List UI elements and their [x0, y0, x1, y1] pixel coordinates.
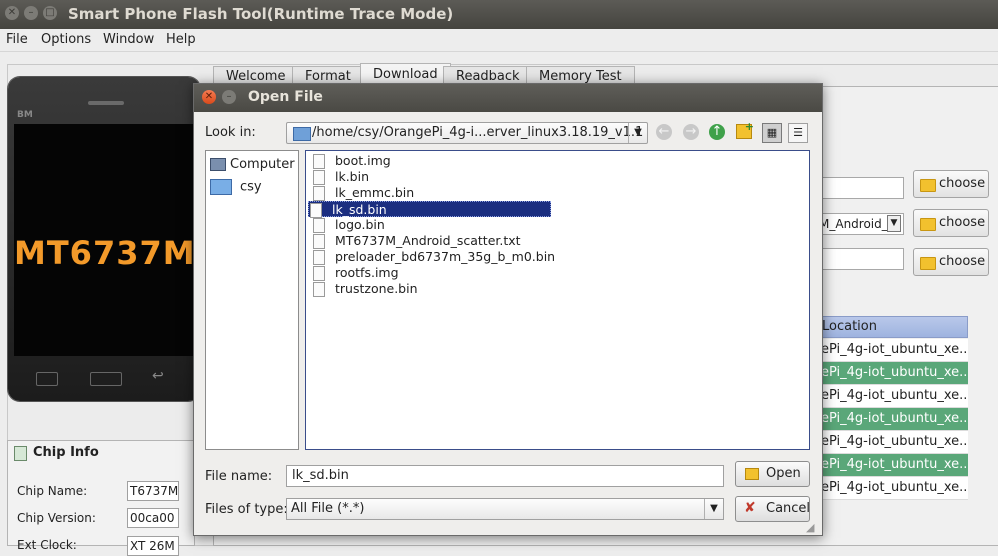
folder-icon — [920, 179, 936, 192]
file-icon — [313, 218, 325, 233]
sidebar-item-computer[interactable]: Computer — [210, 157, 295, 172]
table-row[interactable]: ePi_4g-iot_ubuntu_xe... — [818, 408, 968, 431]
places-sidebar: Computer csy — [205, 150, 299, 450]
menu-file[interactable]: File — [6, 32, 28, 47]
table-row[interactable]: ePi_4g-iot_ubuntu_xe... — [818, 477, 968, 500]
close-icon[interactable]: ✕ — [202, 90, 216, 104]
table-row[interactable]: ePi_4g-iot_ubuntu_xe... — [818, 362, 968, 385]
file-icon — [313, 154, 325, 169]
parent-directory-icon[interactable]: ↑ — [709, 124, 725, 140]
chevron-down-icon[interactable]: ▼ — [704, 499, 723, 519]
look-in-path: /home/csy/OrangePi_4g-i...erver_linux3.1… — [312, 125, 644, 140]
file-list: boot.img lk.bin lk_emmc.bin lk_sd.bin lo… — [305, 150, 810, 450]
table-row[interactable]: ePi_4g-iot_ubuntu_xe... — [818, 385, 968, 408]
table-row[interactable]: ePi_4g-iot_ubuntu_xe... — [818, 339, 968, 362]
file-icon — [313, 170, 325, 185]
phone-back-icon: ↩ — [152, 368, 164, 384]
scatter-file-combo[interactable]: M_Android_ ▼ — [818, 213, 904, 235]
file-icon — [313, 282, 325, 297]
file-item-selected[interactable]: lk_sd.bin — [308, 201, 551, 218]
choose-scatter-button[interactable]: choose — [913, 209, 989, 237]
file-icon — [313, 186, 325, 201]
new-folder-icon[interactable]: + — [736, 120, 754, 139]
files-of-type-combo[interactable]: All File (*.*) ▼ — [286, 498, 724, 520]
ext-clock-label: Ext Clock: — [17, 538, 77, 552]
table-row[interactable]: ePi_4g-iot_ubuntu_xe... — [818, 454, 968, 477]
close-icon[interactable]: ✕ — [5, 6, 19, 20]
file-name-label: File name: — [205, 469, 273, 484]
window-title: Smart Phone Flash Tool(Runtime Trace Mod… — [68, 5, 454, 23]
choose-auth-button[interactable]: choose — [913, 248, 989, 276]
cancel-button[interactable]: ✘ Cancel — [735, 496, 810, 522]
chevron-down-icon: ▼ — [887, 215, 901, 232]
minimize-icon[interactable]: – — [222, 90, 236, 104]
download-agent-field[interactable] — [818, 177, 904, 199]
files-of-type-label: Files of type: — [205, 502, 288, 517]
open-button[interactable]: Open — [735, 461, 810, 487]
menu-window[interactable]: Window — [103, 32, 154, 47]
file-name-input[interactable]: lk_sd.bin — [286, 465, 724, 487]
maximize-icon[interactable]: □ — [43, 6, 57, 20]
file-icon — [310, 203, 322, 218]
chip-version-label: Chip Version: — [17, 511, 96, 525]
resize-grip-icon[interactable]: ◢ — [806, 521, 818, 534]
table-row[interactable]: ePi_4g-iot_ubuntu_xe... — [818, 431, 968, 454]
menubar: File Options Window Help — [0, 29, 998, 52]
look-in-combo[interactable]: /home/csy/OrangePi_4g-i...erver_linux3.1… — [286, 122, 648, 144]
back-icon[interactable]: ← — [656, 124, 672, 140]
chip-name-label: Chip Name: — [17, 484, 88, 498]
dialog-title: Open File — [248, 89, 323, 105]
cancel-icon: ✘ — [744, 500, 756, 516]
chip-version-field: 00ca00 — [127, 508, 179, 528]
file-icon — [313, 234, 325, 249]
file-icon — [313, 266, 325, 281]
chevron-down-icon[interactable]: ▼ — [628, 123, 647, 143]
folder-icon — [920, 218, 936, 231]
computer-icon — [210, 158, 226, 171]
folder-icon — [293, 127, 311, 141]
folder-icon — [210, 179, 232, 195]
folder-icon — [920, 257, 936, 270]
sidebar-item-csy[interactable]: csy — [210, 179, 262, 195]
phone-model-label: MT6737M — [14, 234, 196, 272]
look-in-label: Look in: — [205, 125, 256, 140]
chip-info-title: Chip Info — [33, 445, 99, 460]
chip-name-field: T6737M — [127, 481, 179, 501]
folder-open-icon — [745, 468, 759, 480]
chip-icon — [14, 446, 27, 461]
phone-brand: BM — [17, 110, 33, 120]
file-icon — [313, 250, 325, 265]
location-column-header[interactable]: Location — [818, 316, 968, 338]
menu-options[interactable]: Options — [41, 32, 91, 47]
list-view-icon[interactable]: ▦ — [762, 123, 782, 143]
menu-help[interactable]: Help — [166, 32, 196, 47]
detail-view-icon[interactable]: ☰ — [788, 123, 808, 143]
main-titlebar: ✕ – □ Smart Phone Flash Tool(Runtime Tra… — [0, 0, 998, 29]
forward-icon[interactable]: → — [683, 124, 699, 140]
choose-download-agent-button[interactable]: choose — [913, 170, 989, 198]
phone-home-icon — [90, 372, 122, 386]
phone-speaker — [88, 101, 124, 105]
phone-menu-icon — [36, 372, 58, 386]
ext-clock-field: XT 26M — [127, 536, 179, 556]
authentication-file-field[interactable] — [818, 248, 904, 270]
minimize-icon[interactable]: – — [24, 6, 38, 20]
